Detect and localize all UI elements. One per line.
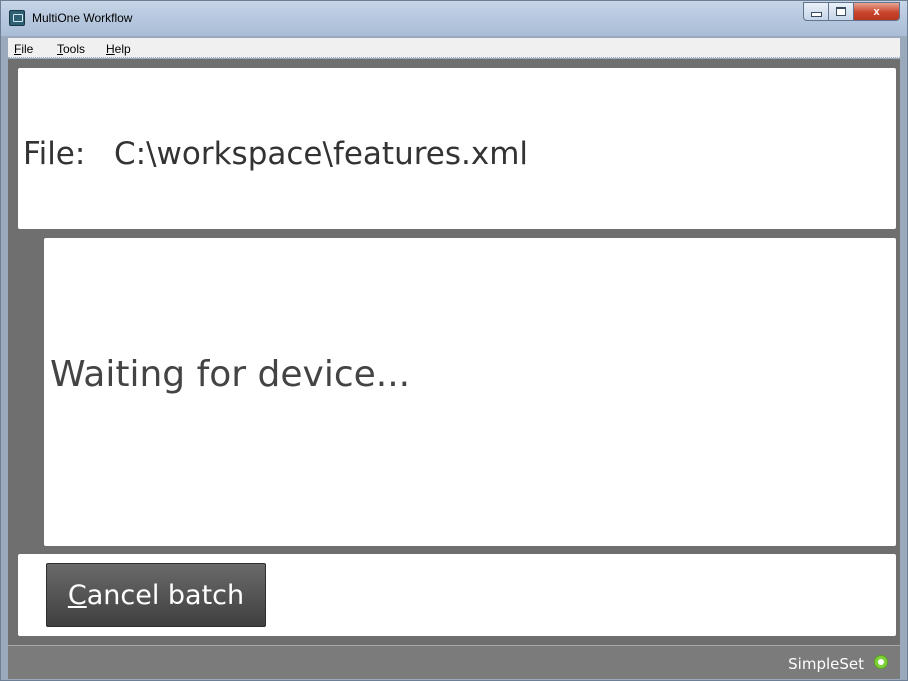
mode-label: SimpleSet bbox=[788, 655, 864, 673]
title-bar[interactable]: MultiOne Workflow x bbox=[1, 1, 907, 36]
maximize-icon bbox=[836, 7, 846, 16]
menu-tools[interactable]: Tools bbox=[57, 42, 85, 56]
status-message: Waiting for device... bbox=[50, 354, 411, 395]
app-window: MultiOne Workflow x File Tools Help File… bbox=[0, 0, 908, 681]
minimize-icon bbox=[810, 12, 822, 17]
file-label: File: bbox=[23, 136, 86, 172]
cancel-batch-label: ancel batch bbox=[86, 579, 245, 611]
cancel-batch-button[interactable]: Cancel batch bbox=[46, 563, 266, 627]
cancel-batch-mnemonic: C bbox=[67, 579, 87, 611]
status-bar: SimpleSet bbox=[8, 645, 900, 679]
menu-help[interactable]: Help bbox=[106, 42, 131, 56]
menu-file[interactable]: File bbox=[14, 42, 33, 56]
status-panel: Waiting for device... bbox=[44, 238, 896, 546]
main-content: File: C:\workspace\features.xml Waiting … bbox=[8, 59, 900, 645]
menu-tools-label: ools bbox=[63, 42, 86, 56]
menu-help-mnemonic: H bbox=[106, 42, 115, 56]
close-icon: x bbox=[873, 5, 880, 18]
maximize-button[interactable] bbox=[829, 2, 854, 21]
actions-panel: Cancel batch bbox=[18, 554, 896, 636]
menu-help-label: elp bbox=[114, 42, 131, 56]
window-title: MultiOne Workflow bbox=[32, 11, 133, 25]
minimize-button[interactable] bbox=[803, 2, 829, 21]
close-button[interactable]: x bbox=[854, 2, 900, 21]
menu-bar: File Tools Help bbox=[8, 38, 900, 58]
file-path: C:\workspace\features.xml bbox=[114, 136, 529, 172]
app-icon bbox=[9, 10, 25, 26]
window-controls: x bbox=[803, 2, 900, 21]
file-panel: File: C:\workspace\features.xml bbox=[18, 68, 896, 229]
menu-file-label: ile bbox=[21, 42, 34, 56]
status-indicator-icon bbox=[874, 655, 888, 669]
